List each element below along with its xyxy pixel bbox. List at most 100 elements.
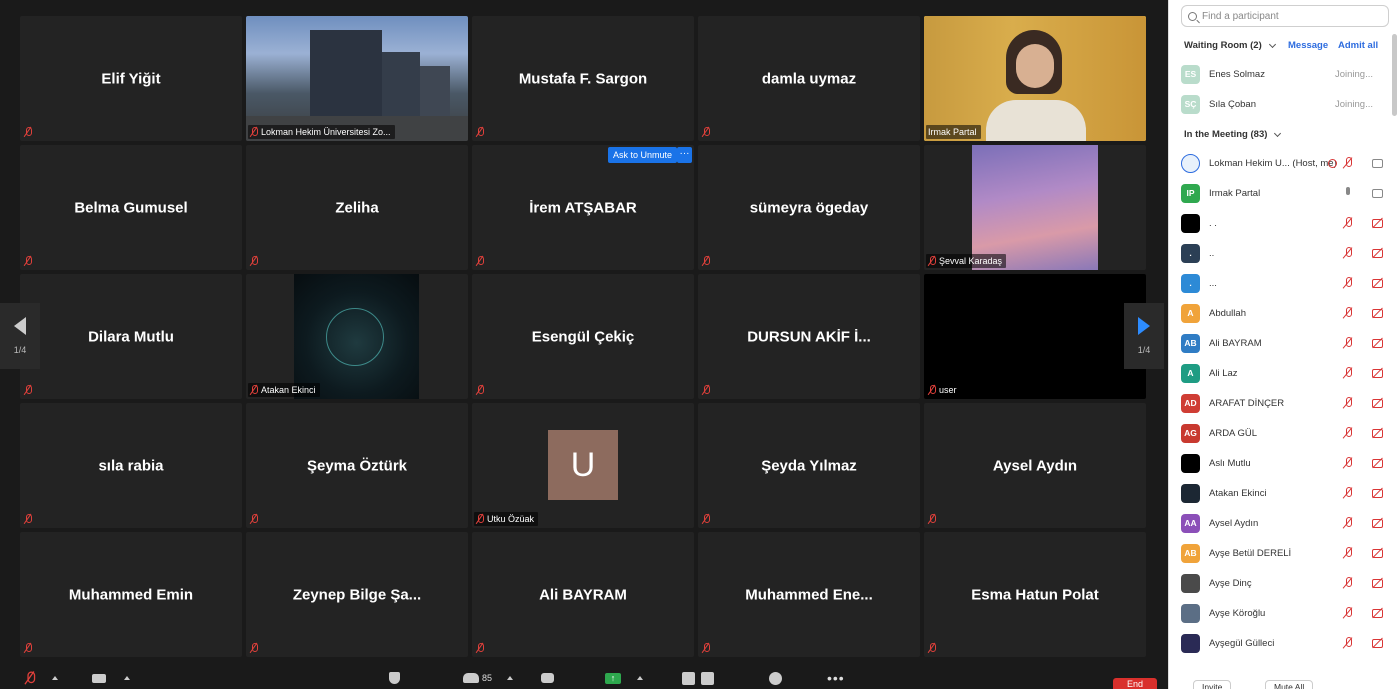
participant-tile[interactable]: Belma Gumusel bbox=[20, 145, 242, 270]
muted-indicator bbox=[700, 512, 714, 526]
participant-row[interactable]: Ayşe Dinç bbox=[1169, 568, 1387, 598]
mic-off-icon bbox=[1343, 637, 1353, 649]
in-meeting-header[interactable]: In the Meeting (83) bbox=[1184, 129, 1282, 140]
participant-row[interactable]: Ayşegül Gülleci bbox=[1169, 628, 1387, 658]
participants-button[interactable]: 85 bbox=[463, 670, 492, 686]
ask-to-unmute-button[interactable]: Ask to Unmute bbox=[608, 147, 678, 163]
muted-indicator bbox=[474, 641, 488, 655]
mute-all-button[interactable]: Mute All bbox=[1265, 680, 1314, 689]
more-button[interactable]: ••• bbox=[827, 670, 845, 686]
participant-tile-video[interactable]: Atakan Ekinci bbox=[246, 274, 468, 399]
participant-tile[interactable]: Mustafa F. Sargon bbox=[472, 16, 694, 141]
participant-row[interactable]: Aslı Mutlu bbox=[1169, 448, 1387, 478]
participant-label-text: Atakan Ekinci bbox=[261, 385, 316, 395]
participant-row[interactable]: AA Aysel Aydın bbox=[1169, 508, 1387, 538]
participant-tile[interactable]: Muhammed Ene... bbox=[698, 532, 920, 657]
mic-off-icon bbox=[250, 256, 258, 266]
mic-off-icon bbox=[250, 643, 258, 653]
participant-tile[interactable]: Ali BAYRAM bbox=[472, 532, 694, 657]
stop-recording-button[interactable] bbox=[701, 670, 714, 686]
participant-tile[interactable]: Şeyma Öztürk bbox=[246, 403, 468, 528]
participant-tile[interactable]: Zeynep Bilge Şa... bbox=[246, 532, 468, 657]
participant-label-text: Utku Özüak bbox=[487, 514, 535, 524]
waiting-participant-row[interactable]: ES Enes Solmaz Joining... bbox=[1169, 59, 1387, 89]
participant-row[interactable]: AB Ayşe Betül DERELİ bbox=[1169, 538, 1387, 568]
participant-tile[interactable]: Esengül Çekiç bbox=[472, 274, 694, 399]
participant-name: Şeyma Öztürk bbox=[306, 457, 408, 474]
participant-tile[interactable]: U Utku Özüak bbox=[472, 403, 694, 528]
participant-tile[interactable]: sıla rabia bbox=[20, 403, 242, 528]
participant-row[interactable]: .... bbox=[1169, 268, 1387, 298]
muted-indicator bbox=[248, 512, 262, 526]
mic-off-icon bbox=[476, 385, 484, 395]
participant-row[interactable]: ... bbox=[1169, 238, 1387, 268]
admit-all-link[interactable]: Admit all bbox=[1338, 40, 1378, 51]
security-button[interactable] bbox=[389, 670, 400, 686]
participant-tile-video[interactable]: Şevval Karadaş bbox=[924, 145, 1146, 270]
participant-tile-video[interactable]: Lokman Hekim Üniversitesi Zo... bbox=[246, 16, 468, 141]
pause-recording-button[interactable] bbox=[682, 670, 695, 686]
participants-options-button[interactable] bbox=[507, 670, 513, 686]
participant-row[interactable]: AD ARAFAT DİNÇER bbox=[1169, 388, 1387, 418]
mic-off-icon bbox=[1343, 217, 1353, 229]
gallery-view: Elif Yiğit Lokman Hekim Üniversitesi Zo.… bbox=[0, 0, 1168, 689]
participant-tile[interactable]: damla uymaz bbox=[698, 16, 920, 141]
share-screen-button[interactable]: ↑ bbox=[605, 670, 621, 686]
message-link[interactable]: Message bbox=[1288, 40, 1328, 51]
pause-icon bbox=[682, 671, 695, 685]
participant-tile[interactable]: Şeyda Yılmaz bbox=[698, 403, 920, 528]
participant-row[interactable]: AG ARDA GÜL bbox=[1169, 418, 1387, 448]
invite-button[interactable]: Invite bbox=[1193, 680, 1232, 689]
end-meeting-button[interactable]: End bbox=[1113, 678, 1157, 689]
camera-off-icon bbox=[1372, 518, 1385, 528]
panel-scrollbar[interactable] bbox=[1392, 34, 1397, 116]
participant-tile[interactable]: Elif Yiğit bbox=[20, 16, 242, 141]
camera-off-icon bbox=[1372, 548, 1385, 558]
participant-row[interactable]: Ayşe Köroğlu bbox=[1169, 598, 1387, 628]
mic-off-icon bbox=[702, 643, 710, 653]
participant-tile[interactable]: Aysel Aydın bbox=[924, 403, 1146, 528]
previous-page-button[interactable]: 1/4 bbox=[0, 303, 40, 369]
reactions-button[interactable] bbox=[769, 670, 782, 686]
avatar: AB bbox=[1181, 543, 1200, 563]
video-button[interactable] bbox=[92, 670, 106, 686]
participant-name: Ali Laz bbox=[1209, 367, 1238, 379]
mute-button[interactable] bbox=[26, 670, 36, 686]
participant-row[interactable]: Atakan Ekinci bbox=[1169, 478, 1387, 508]
search-input[interactable]: Find a participant bbox=[1202, 11, 1279, 22]
participant-tile[interactable]: Dilara Mutlu bbox=[20, 274, 242, 399]
muted-indicator bbox=[474, 383, 488, 397]
camera-off-icon bbox=[1372, 218, 1385, 228]
participant-search[interactable]: Find a participant bbox=[1181, 5, 1389, 27]
avatar: SÇ bbox=[1181, 94, 1200, 114]
participant-row[interactable]: . . bbox=[1169, 208, 1387, 238]
share-options-button[interactable] bbox=[637, 670, 643, 686]
participants-panel: Find a participant Waiting Room (2) Mess… bbox=[1168, 0, 1400, 689]
participant-tile[interactable]: İrem ATŞABAR bbox=[472, 145, 694, 270]
mic-off-icon bbox=[1343, 337, 1353, 349]
participant-tile[interactable]: Esma Hatun Polat bbox=[924, 532, 1146, 657]
participant-tile[interactable]: Muhammed Emin bbox=[20, 532, 242, 657]
participant-row[interactable]: AB Ali BAYRAM bbox=[1169, 328, 1387, 358]
participant-name: sıla rabia bbox=[98, 457, 164, 474]
video-options-button[interactable] bbox=[124, 670, 130, 686]
audio-options-button[interactable] bbox=[52, 670, 58, 686]
participant-tile-video[interactable]: user bbox=[924, 274, 1146, 399]
waiting-participant-row[interactable]: SÇ Sıla Çoban Joining... bbox=[1169, 89, 1387, 119]
avatar: A bbox=[1181, 363, 1200, 383]
participant-row[interactable]: A Abdullah bbox=[1169, 298, 1387, 328]
waiting-room-header[interactable]: Waiting Room (2) bbox=[1184, 40, 1276, 51]
participant-tile[interactable]: DURSUN AKİF İ... bbox=[698, 274, 920, 399]
next-page-button[interactable]: 1/4 bbox=[1124, 303, 1164, 369]
active-speaker-tile[interactable]: Irmak Partal bbox=[924, 16, 1146, 141]
muted-indicator bbox=[22, 254, 36, 268]
participant-row[interactable]: A Ali Laz bbox=[1169, 358, 1387, 388]
participant-tile[interactable]: Zeliha bbox=[246, 145, 468, 270]
participant-name: . . bbox=[1209, 217, 1217, 229]
participant-tile[interactable]: sümeyra ögeday bbox=[698, 145, 920, 270]
tile-more-options-button[interactable]: ··· bbox=[677, 147, 692, 163]
participant-row[interactable]: Lokman Hekim U... (Host, me) bbox=[1169, 148, 1387, 178]
participant-row[interactable]: IP Irmak Partal bbox=[1169, 178, 1387, 208]
chat-button[interactable] bbox=[541, 670, 554, 686]
camera-icon bbox=[92, 673, 106, 683]
